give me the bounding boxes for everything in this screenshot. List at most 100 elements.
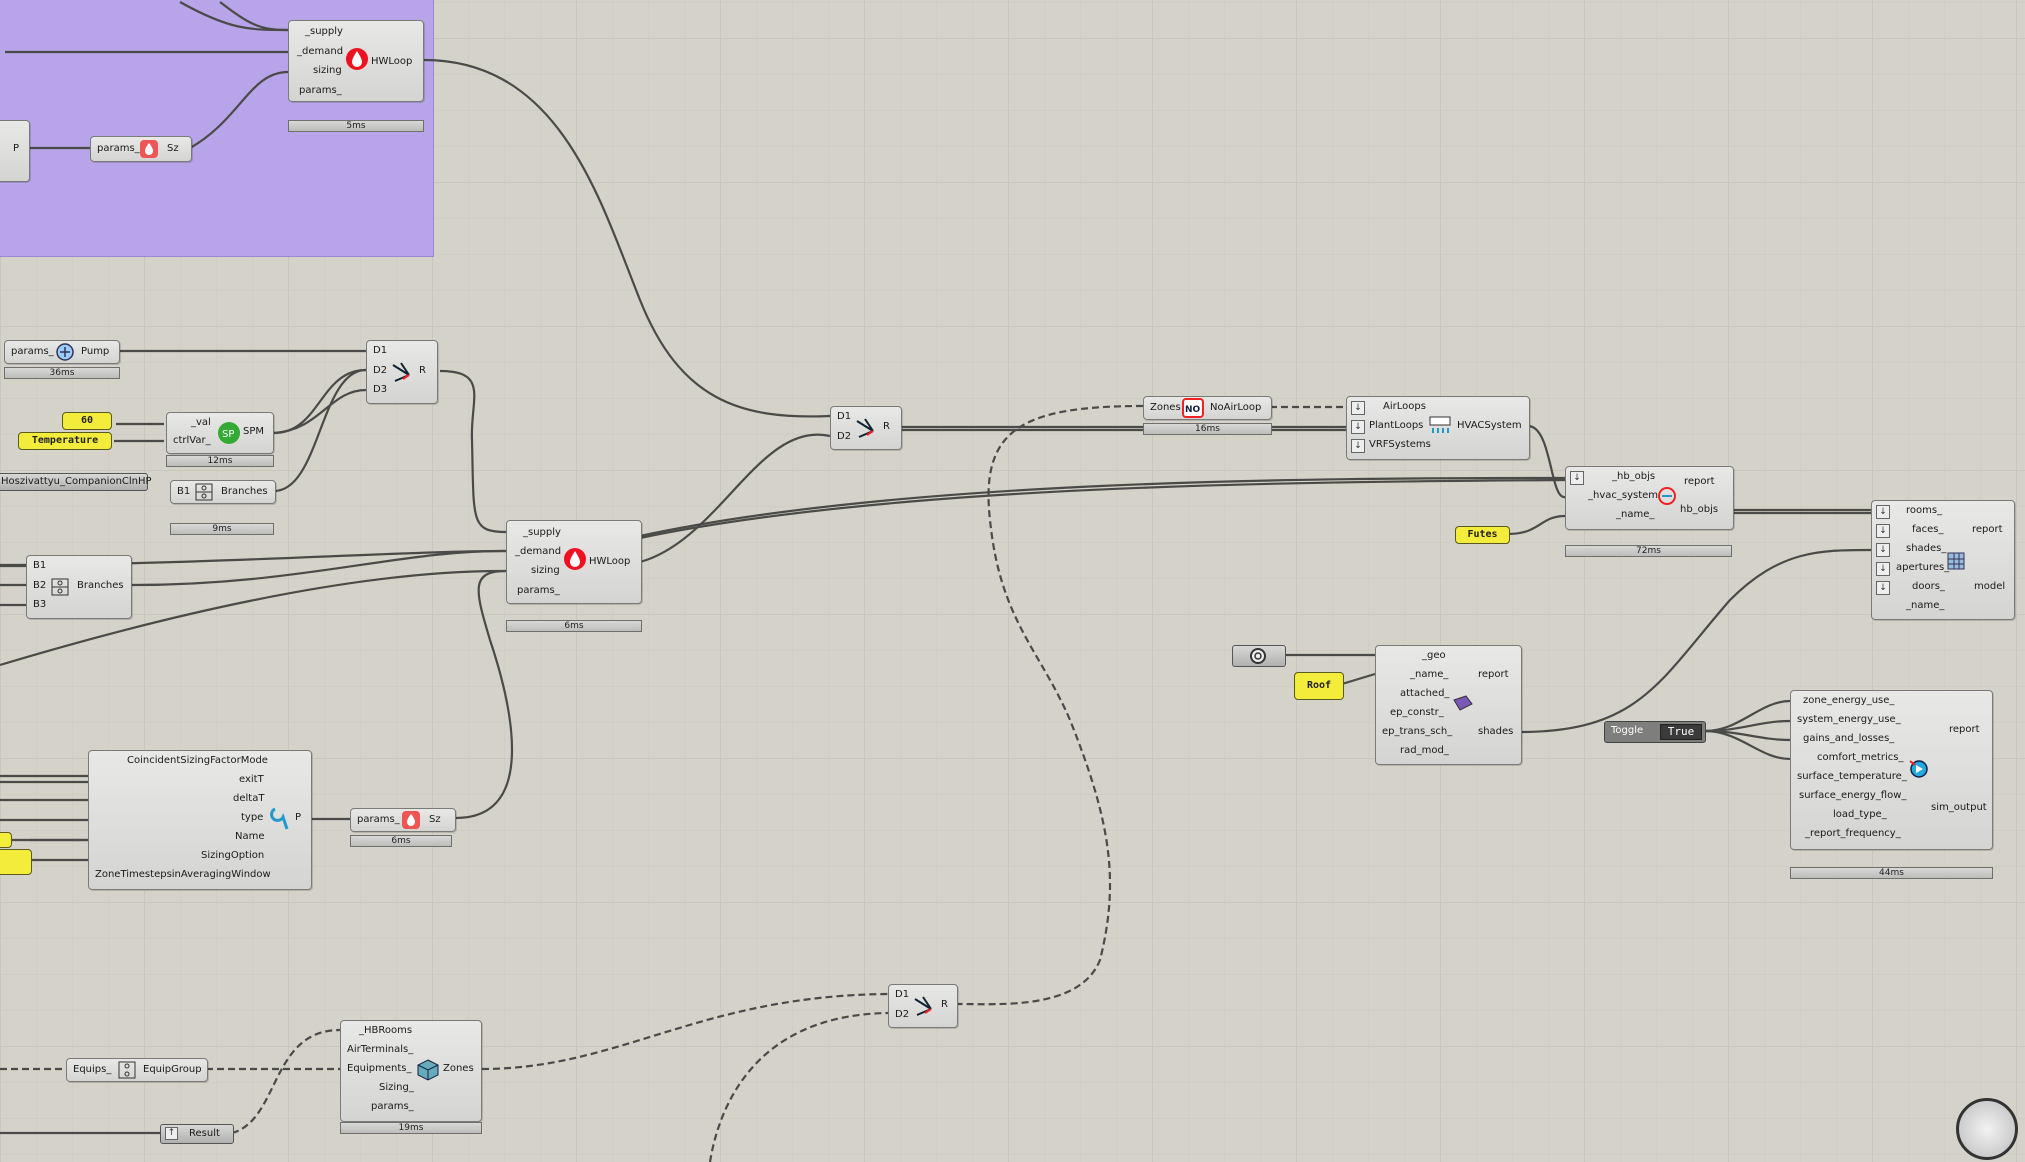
output-zones: Zones xyxy=(443,1063,474,1074)
branches-icon xyxy=(195,483,213,501)
zones-cube-icon xyxy=(417,1059,439,1081)
hwloop-component-mid[interactable]: _supply _demand sizing params_ HWLoop xyxy=(506,520,642,604)
input-d1: D1 xyxy=(837,411,852,422)
input-deltat: deltaT xyxy=(233,793,265,804)
wire xyxy=(1341,672,1376,686)
panel-roof[interactable]: Roof xyxy=(1294,672,1344,700)
wire xyxy=(219,1,289,32)
sz-component-top[interactable]: params_ Sz xyxy=(90,136,192,162)
dashed-wire xyxy=(708,1011,891,1162)
spm-component[interactable]: _val ctrlVar_ SP SPM xyxy=(166,412,274,454)
output-sz: Sz xyxy=(167,143,179,154)
panel-temperature[interactable]: Temperature xyxy=(18,432,112,450)
water-drop-icon xyxy=(346,48,368,70)
pump-component[interactable]: params_ Pump xyxy=(4,340,120,364)
input-name: Name xyxy=(235,831,265,842)
flatten-icon: ↓ xyxy=(1876,524,1890,538)
input-sizing: sizing xyxy=(313,65,342,76)
wire xyxy=(639,433,831,564)
shade-component[interactable]: _geo _name_ attached_ ep_constr_ ep_tran… xyxy=(1375,645,1522,765)
branches-component-1[interactable]: B1 Branches xyxy=(170,480,276,504)
svg-text:NO: NO xyxy=(1185,405,1201,415)
wire xyxy=(639,478,1566,540)
branches-icon xyxy=(51,578,69,596)
output-sz: Sz xyxy=(429,814,441,825)
flatten-icon: ↓ xyxy=(1351,439,1365,453)
wire xyxy=(1527,424,1566,499)
input-equips: Equips_ xyxy=(73,1064,112,1075)
input-b1: B1 xyxy=(33,560,47,571)
output-report: report xyxy=(1949,724,1980,735)
hwloop-name: HWLoop xyxy=(371,56,413,67)
merge-component-3[interactable]: D1 D2 R xyxy=(888,984,958,1028)
toggle-value[interactable]: True xyxy=(1660,724,1702,740)
assign-hvac-icon xyxy=(1658,487,1676,505)
merge-component-1[interactable]: D1 D2 D3 R xyxy=(366,340,438,404)
hwloop-component-top[interactable]: _supply _demand sizing params_ HWLoop xyxy=(288,20,424,102)
hvac-icon xyxy=(1429,416,1451,433)
panel-partial-left[interactable] xyxy=(0,849,32,875)
output-model: model xyxy=(1974,581,2006,592)
assign-hvac-component[interactable]: ↓ _hb_objs _hvac_system _name_ report hb… xyxy=(1565,466,1734,530)
sz-component-bottom[interactable]: params_ Sz xyxy=(350,808,456,832)
model-component[interactable]: ↓ ↓ ↓ ↓ ↓ rooms_ faces_ shades_ aperture… xyxy=(1871,500,2015,620)
flatten-icon: ↓ xyxy=(1351,420,1365,434)
panel-futes[interactable]: Futes xyxy=(1455,526,1510,544)
wires-layer xyxy=(0,1,1872,1162)
sim-output-icon xyxy=(1909,760,1928,778)
geometry-icon xyxy=(1250,648,1266,664)
hwloop-name: HWLoop xyxy=(589,556,631,567)
input-zones: Zones xyxy=(1150,402,1181,413)
output-sim-output: sim_output xyxy=(1931,802,1987,813)
input-d1: D1 xyxy=(895,989,910,1000)
equipgroup-name: EquipGroup xyxy=(143,1064,202,1075)
dashed-wire xyxy=(481,992,891,1071)
merge-arrows-icon xyxy=(856,418,874,438)
result-param[interactable]: ↑ Result xyxy=(160,1124,234,1144)
wire xyxy=(639,476,1566,538)
wire xyxy=(455,569,514,820)
panel-60[interactable]: 60 xyxy=(62,412,112,430)
timer-zones: 19ms xyxy=(340,1122,482,1134)
noairloop-component[interactable]: Zones NO NoAirLoop xyxy=(1143,396,1272,420)
result-text: Result xyxy=(189,1128,220,1139)
wire xyxy=(273,368,367,435)
wire xyxy=(1507,514,1566,536)
input-supply: _supply xyxy=(305,26,343,37)
simulation-output-component[interactable]: zone_energy_use_ system_energy_use_ gain… xyxy=(1790,690,1993,850)
output-shades: shades xyxy=(1478,726,1514,737)
zones-component[interactable]: _HBRooms AirTerminals_ Equipments_ Sizin… xyxy=(340,1020,482,1122)
wire xyxy=(1704,719,1791,733)
input-equipments: Equipments_ xyxy=(347,1063,412,1074)
output-r: R xyxy=(419,365,426,376)
panel-partial-left-2[interactable] xyxy=(0,832,12,848)
equipgroup-component[interactable]: Equips_ EquipGroup xyxy=(66,1058,208,1082)
geometry-param[interactable] xyxy=(1232,645,1286,667)
model-icon xyxy=(1947,552,1965,570)
hvac-system-component[interactable]: ↓ ↓ ↓ AirLoops PlantLoops VRFSystems HVA… xyxy=(1346,396,1530,460)
hp-param-label[interactable]: Hoszivattyu_CompanionClnHP xyxy=(0,473,152,491)
navigation-compass-icon[interactable] xyxy=(1956,1098,2018,1160)
input-plantloops: PlantLoops xyxy=(1369,420,1424,431)
input-ctrlvar: ctrlVar_ xyxy=(173,435,211,446)
branches-component-2[interactable]: B1 B2 B3 Branches xyxy=(26,555,132,619)
p-component-left[interactable]: P xyxy=(0,120,30,182)
flatten-icon: ↓ xyxy=(1876,581,1890,595)
plant-sizing-params-component[interactable]: CoincidentSizingFactorMode exitT deltaT … xyxy=(88,750,312,890)
timer-pump: 36ms xyxy=(4,367,120,379)
input-sizing: Sizing_ xyxy=(379,1082,414,1093)
input-hvac-system: _hvac_system xyxy=(1588,490,1659,501)
merge-component-2[interactable]: D1 D2 R xyxy=(830,406,902,450)
boolean-toggle[interactable]: Toggle True xyxy=(1604,721,1706,743)
noairloop-name: NoAirLoop xyxy=(1210,402,1262,413)
input-params: params_ xyxy=(299,85,342,96)
input-d2: D2 xyxy=(895,1009,910,1020)
grasshopper-canvas[interactable]: _supply _demand sizing params_ HWLoop 5m… xyxy=(0,0,2025,1162)
flatten-icon: ↓ xyxy=(1876,505,1890,519)
input-hb-objs: _hb_objs xyxy=(1612,471,1656,482)
input-zone-energy-use: zone_energy_use_ xyxy=(1803,695,1895,706)
input-sizing-option: SizingOption xyxy=(201,850,265,861)
merge-arrows-icon xyxy=(914,996,932,1016)
input-doors: doors_ xyxy=(1912,581,1945,592)
input-params: params_ xyxy=(97,143,140,154)
